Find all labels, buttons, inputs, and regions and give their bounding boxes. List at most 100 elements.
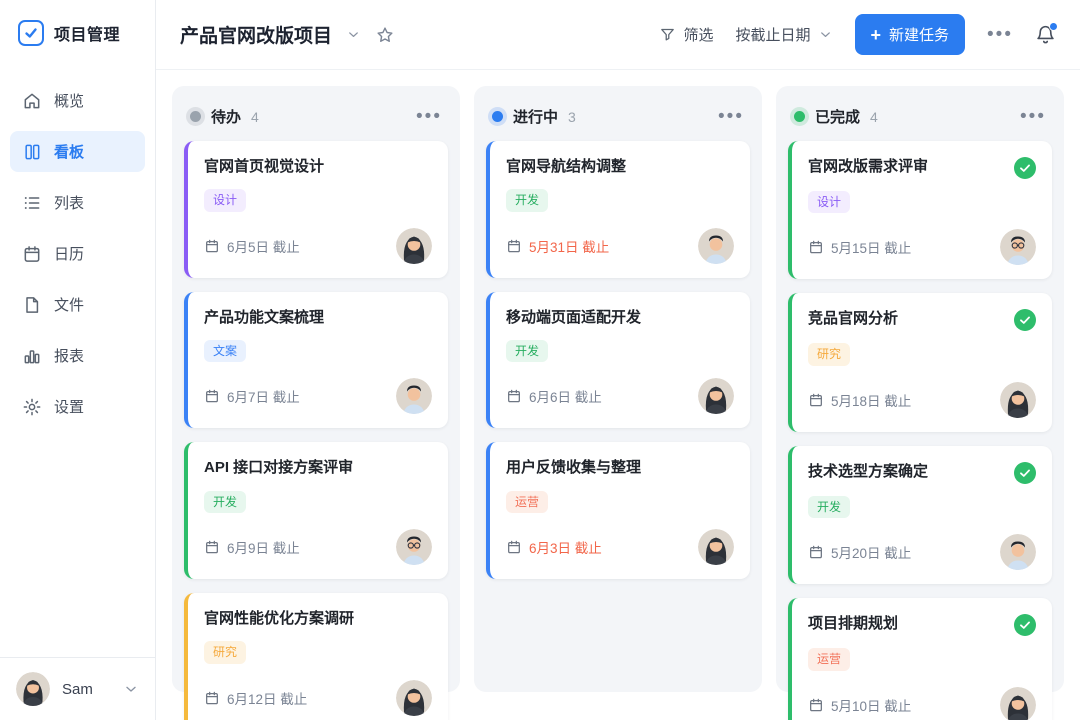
task-due-date: 6月12日 截止 [204,688,307,708]
task-tag: 开发 [204,491,246,513]
task-assignee-avatar[interactable] [1000,534,1036,570]
column-header: 进行中 3 ••• [486,98,750,141]
new-task-button[interactable]: + 新建任务 [855,14,966,55]
sort-by-due-date-select[interactable]: 按截止日期 [735,24,832,45]
task-title: 产品功能文案梳理 [204,308,432,328]
sidebar-item-list[interactable]: 列表 [10,182,145,223]
sidebar-nav: 概览 看板 列表 日历 文件 [0,80,155,427]
task-card[interactable]: API 接口对接方案评审 开发 6月9日 截止 [184,442,448,579]
task-card[interactable]: 官网导航结构调整 开发 5月31日 截止 [486,141,750,278]
column-title: 待办 [211,106,241,127]
page-title: 产品官网改版项目 [180,21,332,48]
task-card[interactable]: 移动端页面适配开发 开发 6月6日 截止 [486,292,750,429]
calendar-icon [506,539,522,555]
task-card[interactable]: 用户反馈收集与整理 运营 6月3日 截止 [486,442,750,579]
task-assignee-avatar[interactable] [396,529,432,565]
task-due-date: 5月10日 截止 [808,695,911,715]
calendar-icon [506,238,522,254]
project-switcher-button[interactable] [346,27,361,42]
calendar-icon [808,392,824,408]
task-title: 官网导航结构调整 [506,157,734,177]
chevron-down-icon [123,681,139,697]
file-icon [22,295,42,315]
task-assignee-avatar[interactable] [1000,687,1036,720]
task-tag: 设计 [808,191,850,213]
task-card[interactable]: 竞品官网分析 研究 5月18日 截止 [788,293,1052,431]
task-due-date: 6月3日 截止 [506,537,602,557]
task-assignee-avatar[interactable] [396,228,432,264]
column-more-button[interactable]: ••• [1020,107,1046,126]
task-tag: 开发 [506,340,548,362]
column-title: 进行中 [513,106,558,127]
task-title: 技术选型方案确定 [808,462,1006,482]
task-tag: 运营 [808,648,850,670]
filter-label: 筛选 [683,24,713,45]
board-column: 待办 4 ••• 官网首页视觉设计 设计 6月5日 截止 [172,86,460,692]
topbar: 产品官网改版项目 筛选 按截止日期 [156,0,1080,70]
filter-button[interactable]: 筛选 [659,24,713,45]
task-card[interactable]: 官网首页视觉设计 设计 6月5日 截止 [184,141,448,278]
task-assignee-avatar[interactable] [698,529,734,565]
task-title: 移动端页面适配开发 [506,308,734,328]
calendar-icon [808,544,824,560]
sidebar-item-label: 看板 [54,141,84,162]
task-assignee-avatar[interactable] [396,680,432,716]
user-menu[interactable]: Sam [0,657,155,720]
sidebar-item-files[interactable]: 文件 [10,284,145,325]
task-due-date: 5月20日 截止 [808,542,911,562]
task-assignee-avatar[interactable] [698,228,734,264]
app-title: 项目管理 [54,21,120,45]
favorite-star-button[interactable] [375,25,395,45]
task-due-date: 5月18日 截止 [808,390,911,410]
column-header: 已完成 4 ••• [788,98,1052,141]
column-cards: 官网导航结构调整 开发 5月31日 截止 移动端页面适配开发 开发 [486,141,750,579]
column-count: 4 [251,109,259,125]
sidebar-item-label: 报表 [54,345,84,366]
sidebar-item-calendar[interactable]: 日历 [10,233,145,274]
sidebar-item-label: 概览 [54,90,84,111]
sidebar-item-settings[interactable]: 设置 [10,386,145,427]
task-card[interactable]: 产品功能文案梳理 文案 6月7日 截止 [184,292,448,429]
task-title: 官网改版需求评审 [808,157,1006,177]
task-title: API 接口对接方案评审 [204,458,432,478]
done-check-icon [1014,309,1036,331]
topbar-more-button[interactable]: ••• [987,25,1013,44]
sidebar-item-label: 列表 [54,192,84,213]
task-assignee-avatar[interactable] [1000,229,1036,265]
column-more-button[interactable]: ••• [416,107,442,126]
task-card[interactable]: 官网改版需求评审 设计 5月15日 截止 [788,141,1052,279]
sidebar: 项目管理 概览 看板 列表 日历 [0,0,156,720]
column-more-button[interactable]: ••• [718,107,744,126]
chevron-down-icon [346,27,361,42]
plus-icon: + [871,26,882,44]
calendar-icon [204,388,220,404]
task-due-date: 6月7日 截止 [204,386,300,406]
task-assignee-avatar[interactable] [698,378,734,414]
sidebar-item-reports[interactable]: 报表 [10,335,145,376]
calendar-icon [808,239,824,255]
task-due-date: 5月31日 截止 [506,236,609,256]
task-card[interactable]: 官网性能优化方案调研 研究 6月12日 截止 [184,593,448,720]
done-check-icon [1014,157,1036,179]
task-card[interactable]: 项目排期规划 运营 5月10日 截止 [788,598,1052,720]
task-assignee-avatar[interactable] [396,378,432,414]
sidebar-item-overview[interactable]: 概览 [10,80,145,121]
main-area: 产品官网改版项目 筛选 按截止日期 [156,0,1080,720]
home-icon [22,91,42,111]
notification-dot [1049,22,1058,31]
column-cards: 官网改版需求评审 设计 5月15日 截止 竞品官网分析 研究 [788,141,1052,720]
column-status-dot [492,111,503,122]
sidebar-item-board[interactable]: 看板 [10,131,145,172]
done-check-icon [1014,614,1036,636]
star-icon [375,25,395,45]
column-header: 待办 4 ••• [184,98,448,141]
task-tag: 研究 [808,343,850,365]
column-count: 3 [568,109,576,125]
list-icon [22,193,42,213]
kanban-icon [22,142,42,162]
task-tag: 运营 [506,491,548,513]
task-assignee-avatar[interactable] [1000,382,1036,418]
task-card[interactable]: 技术选型方案确定 开发 5月20日 截止 [788,446,1052,584]
notifications-button[interactable] [1035,24,1056,45]
calendar-icon [204,690,220,706]
